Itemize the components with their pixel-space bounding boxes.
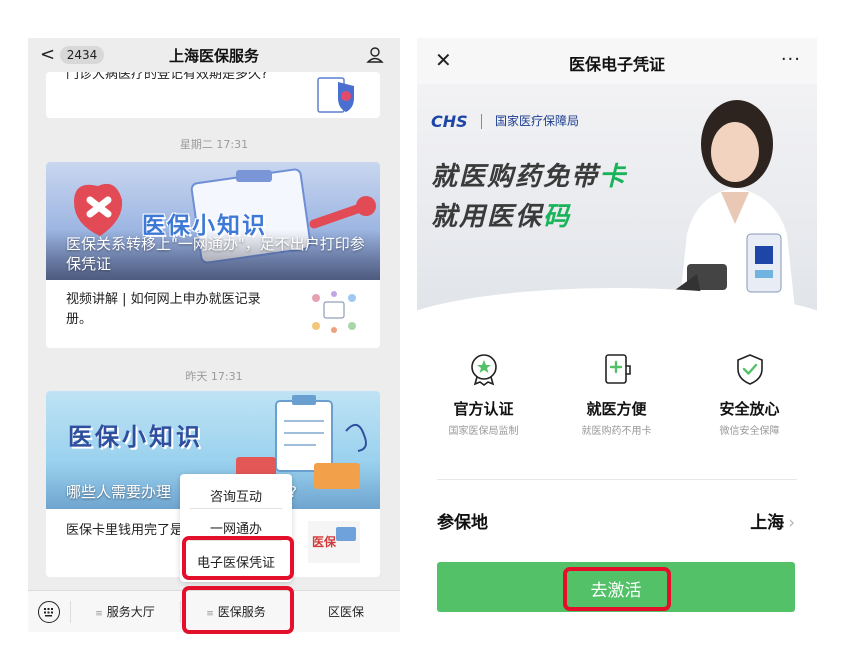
feature-title: 安全放心 — [719, 400, 780, 418]
thumbnail-text: 医保 — [312, 535, 337, 549]
article-card-2[interactable]: 医保小知识 医保关系转移上"一网通办"，足不出户打印参保凭证 视频讲解 | 如何… — [46, 162, 380, 348]
slogan-text: 就医购药免带 — [431, 162, 600, 192]
slogan-line-2: 就用医保码 — [431, 196, 571, 233]
article-card-1[interactable]: 门诊大病医疗的登记有效期是多久? — [46, 72, 380, 118]
slogan-highlight: 卡 — [599, 162, 628, 192]
slogan-highlight: 码 — [543, 202, 572, 232]
feature-title: 就医方便 — [586, 400, 647, 418]
highlight-e-voucher — [182, 536, 294, 580]
insured-place-city: 上海 — [750, 513, 785, 533]
phone-plus-icon — [604, 354, 631, 384]
menu-divider — [190, 508, 282, 509]
star-badge-icon — [470, 354, 497, 386]
highlight-insurance-service-tab — [182, 586, 294, 634]
highlight-activate-button — [563, 567, 671, 611]
feature-convenient: 就医方便 就医购药不用卡 — [550, 352, 683, 437]
menu-item-one-stop[interactable]: 一网通办 — [180, 518, 292, 537]
article-thumbnail — [312, 291, 356, 333]
hero-banner: CHS 国家医疗保障局 就医购药免带卡 就用医保码 — [417, 84, 817, 328]
page-title: 医保电子凭证 — [568, 55, 665, 74]
chat-header: < 2434 上海医保服务 — [28, 38, 400, 72]
tab-service-hall[interactable]: ≡ 服务大厅 — [70, 591, 180, 632]
feature-subtitle: 就医购药不用卡 — [581, 426, 652, 437]
article-subtitle: 视频讲解 | 如何网上申办就医记录册。 — [66, 292, 261, 327]
insured-place-label: 参保地 — [437, 513, 488, 533]
article-text: 门诊大病医疗的登记有效期是多久? — [66, 72, 268, 82]
banner-title: 医保小知识 — [68, 423, 203, 451]
keyboard-keys-glyph — [44, 608, 53, 617]
logo-divider — [481, 114, 482, 129]
tab-label: 服务大厅 — [106, 605, 155, 619]
chs-logo: CHS — [431, 112, 468, 131]
article-thumbnail: 医保 — [308, 521, 360, 563]
banner-caption-start: 哪些人需要办理 — [66, 483, 172, 501]
feature-secure: 安全放心 微信安全保障 — [683, 352, 816, 437]
article-thumbnail — [317, 77, 354, 113]
thumbnail-card — [336, 527, 356, 541]
more-options-icon[interactable]: ··· — [781, 49, 801, 70]
keyboard-icon[interactable] — [38, 601, 60, 623]
insured-place-value[interactable]: 上海 › — [750, 508, 795, 533]
user-profile-icon[interactable] — [366, 46, 384, 64]
timestamp: 昨天 17:31 — [185, 370, 243, 383]
menu-item-consult[interactable]: 咨询互动 — [180, 486, 292, 505]
chat-title: 上海医保服务 — [168, 47, 259, 65]
right-phone-screen: ✕ 医保电子凭证 ··· CHS 国家医疗保障局 就医购药免带卡 就用医保码 官… — [417, 38, 817, 632]
feature-official-certification: 官方认证 国家医保局监制 — [417, 352, 550, 437]
slogan-line-1: 就医购药免带卡 — [431, 156, 627, 193]
feature-subtitle: 微信安全保障 — [719, 426, 780, 437]
slogan-text: 就用医保 — [431, 202, 544, 232]
org-name: 国家医疗保障局 — [495, 114, 580, 128]
feature-title: 官方认证 — [453, 400, 514, 418]
tab-label: 区医保 — [327, 605, 364, 619]
shield-check-icon — [736, 354, 763, 385]
timestamp: 星期二 17:31 — [179, 138, 249, 151]
feature-subtitle: 国家医保局监制 — [448, 426, 519, 437]
chevron-right-icon: › — [788, 513, 795, 533]
article-banner: 医保小知识 医保关系转移上"一网通办"，足不出户打印参保凭证 — [46, 162, 380, 280]
divider — [437, 479, 797, 480]
banner-caption: 医保关系转移上"一网通办"，足不出户打印参保凭证 — [66, 235, 365, 273]
tab-district-insurance[interactable]: 区医保 — [292, 591, 400, 632]
menu-dots-icon: ≡ — [95, 609, 103, 619]
page-header: ✕ 医保电子凭证 ··· — [417, 38, 817, 84]
